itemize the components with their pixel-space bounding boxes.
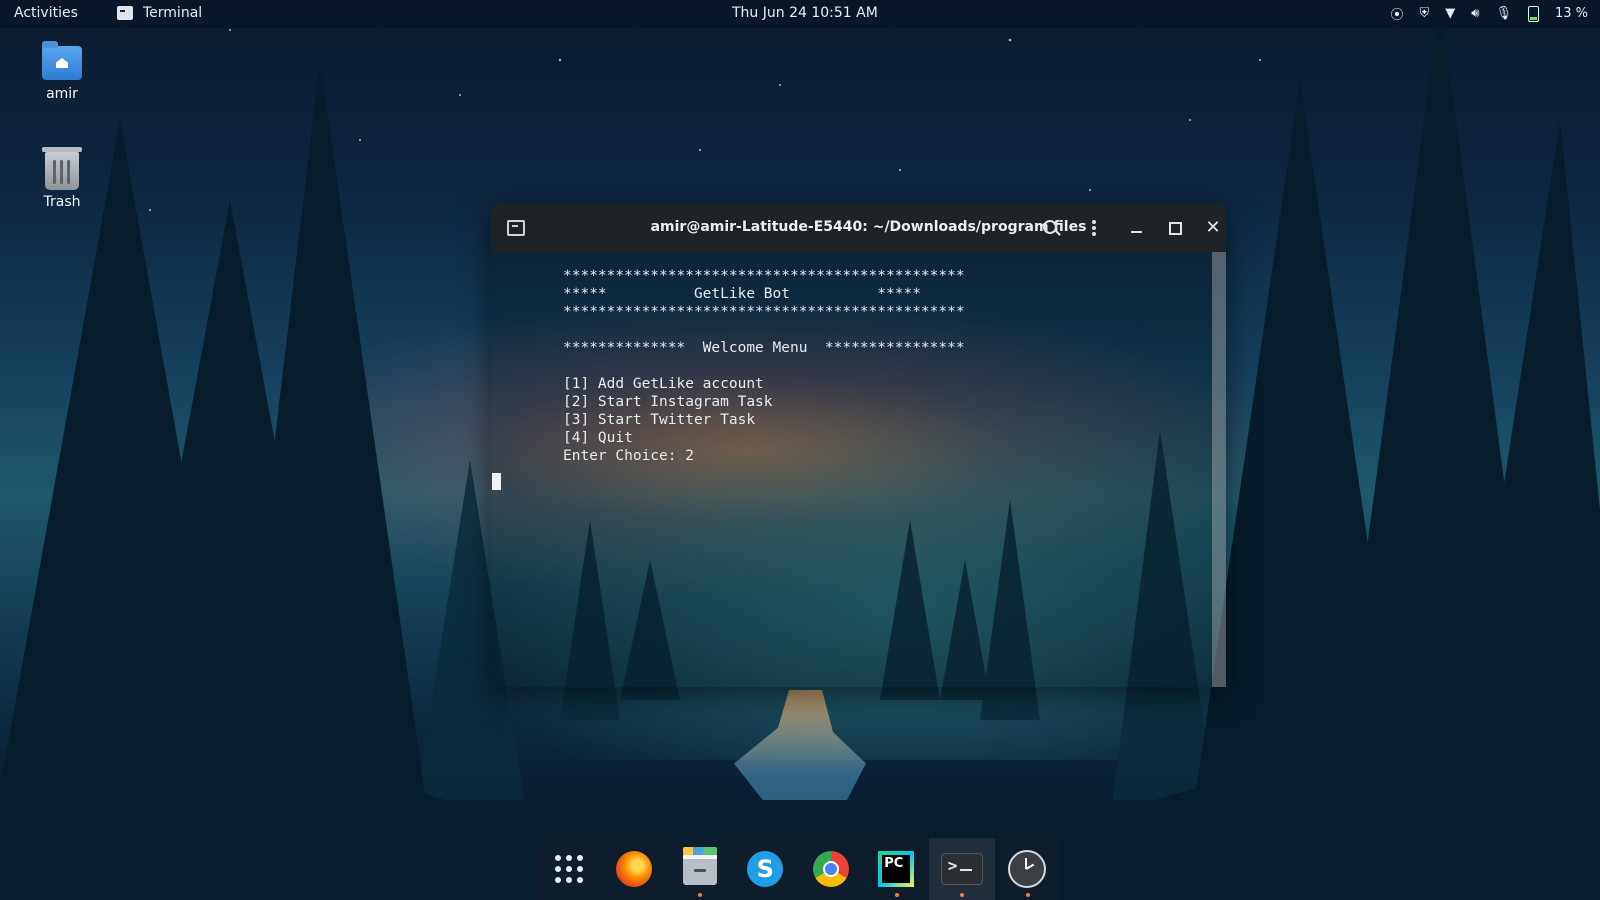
text-cursor xyxy=(492,473,501,490)
terminal-titlebar[interactable]: amir@amir-Latitude-E5440: ~/Downloads/pr… xyxy=(491,204,1226,252)
menu-button[interactable] xyxy=(1082,216,1106,240)
window-title: amir@amir-Latitude-E5440: ~/Downloads/pr… xyxy=(650,219,1087,235)
maximize-icon xyxy=(1169,222,1182,235)
minimize-icon xyxy=(1131,231,1142,233)
minimize-button[interactable] xyxy=(1125,216,1149,240)
battery-percent[interactable]: 13 % xyxy=(1555,6,1588,21)
firefox-icon xyxy=(616,851,653,887)
wifi-icon[interactable]: ▼ xyxy=(1445,6,1455,21)
dock-firefox[interactable] xyxy=(602,838,668,900)
kebab-menu-icon xyxy=(1092,220,1096,224)
app-menu[interactable]: Terminal xyxy=(117,5,202,21)
dock-chrome[interactable] xyxy=(798,838,864,900)
terminal-icon xyxy=(940,853,983,885)
top-bar: Activities Terminal Thu Jun 24 10:51 AM … xyxy=(0,0,1600,28)
system-tray[interactable]: ⦿ ⛨ ▼ 🔊︎ 🎙︎ 13 % xyxy=(1390,4,1588,23)
running-indicator xyxy=(894,893,899,897)
desktop-icon-label: amir xyxy=(46,86,78,102)
terminal-app-icon xyxy=(117,6,133,20)
terminal-output: ****************************************… xyxy=(563,268,965,464)
running-indicator xyxy=(1025,893,1030,897)
trash-icon xyxy=(42,147,82,190)
close-button[interactable]: ✕ xyxy=(1201,216,1225,240)
battery-icon[interactable] xyxy=(1527,5,1539,22)
terminal-content[interactable]: ****************************************… xyxy=(491,252,1212,687)
running-indicator xyxy=(698,893,702,897)
pycharm-icon xyxy=(878,851,915,887)
desktop-icon-home[interactable]: amir xyxy=(17,41,107,102)
shield-icon[interactable]: ⛨ xyxy=(1419,6,1429,21)
activities-button[interactable]: Activities xyxy=(14,5,78,21)
dock-skype[interactable]: S xyxy=(733,838,799,900)
clock-icon xyxy=(1008,850,1047,888)
search-icon xyxy=(1043,220,1057,234)
chrome-icon xyxy=(812,851,849,887)
close-icon: ✕ xyxy=(1205,217,1221,238)
terminal-scrollbar[interactable] xyxy=(1212,252,1226,687)
dock-clock[interactable] xyxy=(995,838,1061,900)
clock[interactable]: Thu Jun 24 10:51 AM xyxy=(732,5,878,21)
maximize-button[interactable] xyxy=(1163,216,1187,240)
desktop-icon-trash[interactable]: Trash xyxy=(17,147,107,210)
app-grid-icon xyxy=(554,855,583,883)
volume-icon[interactable]: 🔊︎ xyxy=(1471,6,1479,21)
desktop-icon-label: Trash xyxy=(43,194,81,210)
microphone-icon[interactable]: 🎙︎ xyxy=(1495,6,1512,21)
dock-app-grid[interactable] xyxy=(536,838,602,900)
dock: S xyxy=(536,838,1060,900)
skype-icon: S xyxy=(747,851,784,887)
dock-files[interactable] xyxy=(667,838,733,900)
home-folder-icon xyxy=(42,41,82,80)
search-button[interactable] xyxy=(1038,216,1062,240)
dock-pycharm[interactable] xyxy=(864,838,930,900)
screen-recorder-icon[interactable]: ⦿ xyxy=(1390,4,1403,23)
app-menu-label: Terminal xyxy=(143,5,203,21)
running-indicator xyxy=(960,893,964,897)
files-icon xyxy=(682,847,717,885)
dock-terminal[interactable] xyxy=(929,838,995,900)
terminal-window[interactable]: amir@amir-Latitude-E5440: ~/Downloads/pr… xyxy=(491,204,1226,687)
